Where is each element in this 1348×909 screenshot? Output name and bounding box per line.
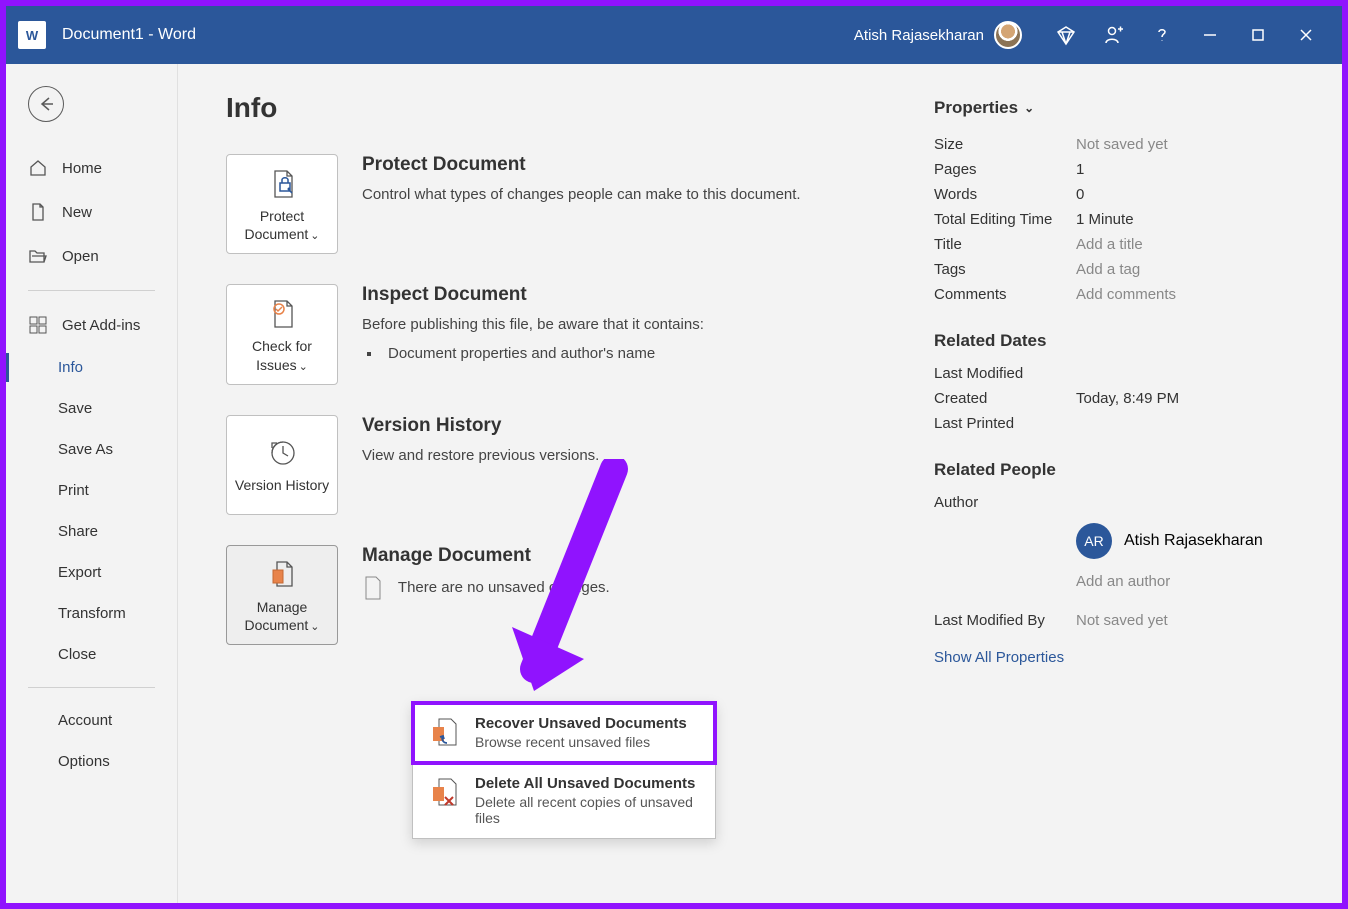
related-people-header: Related People: [934, 460, 1294, 480]
chevron-down-icon: ⌄: [1024, 101, 1034, 115]
manage-desc: There are no unsaved changes.: [362, 575, 610, 601]
author-name: Atish Rajasekharan: [1124, 532, 1263, 550]
user-avatar-icon: [994, 21, 1022, 49]
prop-tags-label: Tags: [934, 261, 1076, 278]
add-author[interactable]: Add an author: [1076, 573, 1170, 590]
prop-comments-value[interactable]: Add comments: [1076, 286, 1176, 303]
prop-size-value: Not saved yet: [1076, 136, 1168, 153]
prop-lastmodby-value: Not saved yet: [1076, 612, 1168, 629]
recover-unsaved-item[interactable]: Recover Unsaved Documents Browse recent …: [413, 703, 715, 763]
user-account[interactable]: Atish Rajasekharan: [854, 21, 1022, 49]
prop-pages-value: 1: [1076, 161, 1084, 178]
chevron-down-icon: ⌄: [299, 361, 308, 373]
manage-heading: Manage Document: [362, 545, 610, 567]
prop-lastmodby-label: Last Modified By: [934, 612, 1076, 629]
prop-title-label: Title: [934, 236, 1076, 253]
delete-title: Delete All Unsaved Documents: [475, 775, 701, 792]
share-person-icon[interactable]: [1090, 15, 1138, 55]
prop-modified-label: Last Modified: [934, 365, 1076, 382]
prop-printed-label: Last Printed: [934, 415, 1076, 432]
inspect-desc: Before publishing this file, be aware th…: [362, 314, 704, 337]
prop-author-label: Author: [934, 494, 1076, 511]
nav-print[interactable]: Print: [6, 470, 177, 511]
properties-header[interactable]: Properties ⌄: [934, 98, 1294, 118]
check-issues-button[interactable]: Check for Issues⌄: [226, 284, 338, 384]
page-title: Info: [226, 92, 874, 124]
nav-options[interactable]: Options: [6, 741, 177, 782]
manage-document-button[interactable]: Manage Document⌄: [226, 545, 338, 645]
protect-desc: Control what types of changes people can…: [362, 184, 801, 207]
inspect-heading: Inspect Document: [362, 284, 704, 306]
help-icon[interactable]: [1138, 15, 1186, 55]
close-button[interactable]: [1282, 15, 1330, 55]
titlebar: W Document1 - Word Atish Rajasekharan: [6, 6, 1342, 64]
nav-account[interactable]: Account: [6, 700, 177, 741]
nav-open[interactable]: Open: [6, 234, 177, 278]
manage-document-dropdown: Recover Unsaved Documents Browse recent …: [412, 702, 716, 839]
show-all-properties-link[interactable]: Show All Properties: [934, 649, 1064, 666]
nav-export[interactable]: Export: [6, 552, 177, 593]
nav-info[interactable]: Info: [6, 347, 177, 388]
nav-home[interactable]: Home: [6, 146, 177, 190]
document-title: Document1 - Word: [62, 26, 196, 44]
recover-title: Recover Unsaved Documents: [475, 715, 687, 732]
recover-sub: Browse recent unsaved files: [475, 734, 687, 750]
delete-unsaved-item[interactable]: Delete All Unsaved Documents Delete all …: [413, 763, 715, 838]
nav-saveas[interactable]: Save As: [6, 429, 177, 470]
protect-heading: Protect Document: [362, 154, 801, 176]
nav-new[interactable]: New: [6, 190, 177, 234]
prop-comments-label: Comments: [934, 286, 1076, 303]
prop-words-value: 0: [1076, 186, 1084, 203]
info-content: Info Protect Document⌄ Protect Document …: [178, 64, 1342, 903]
prop-created-value: Today, 8:49 PM: [1076, 390, 1179, 407]
nav-addins[interactable]: Get Add-ins: [6, 303, 177, 347]
minimize-button[interactable]: [1186, 15, 1234, 55]
prop-words-label: Words: [934, 186, 1076, 203]
back-button[interactable]: [28, 86, 64, 122]
history-heading: Version History: [362, 415, 599, 437]
prop-size-label: Size: [934, 136, 1076, 153]
prop-time-value: 1 Minute: [1076, 211, 1134, 228]
prop-created-label: Created: [934, 390, 1076, 407]
maximize-button[interactable]: [1234, 15, 1282, 55]
prop-tags-value[interactable]: Add a tag: [1076, 261, 1140, 278]
protect-document-button[interactable]: Protect Document⌄: [226, 154, 338, 254]
nav-close[interactable]: Close: [6, 634, 177, 675]
chevron-down-icon: ⌄: [310, 621, 319, 633]
version-history-button[interactable]: Version History: [226, 415, 338, 515]
word-logo-icon: W: [18, 21, 46, 49]
delete-sub: Delete all recent copies of unsaved file…: [475, 794, 701, 826]
nav-save[interactable]: Save: [6, 388, 177, 429]
inspect-item: Document properties and author's name: [382, 345, 704, 362]
related-dates-header: Related Dates: [934, 331, 1294, 351]
premium-icon[interactable]: [1042, 15, 1090, 55]
nav-share[interactable]: Share: [6, 511, 177, 552]
history-desc: View and restore previous versions.: [362, 445, 599, 468]
nav-transform[interactable]: Transform: [6, 593, 177, 634]
prop-time-label: Total Editing Time: [934, 211, 1076, 228]
chevron-down-icon: ⌄: [310, 230, 319, 242]
user-name: Atish Rajasekharan: [854, 27, 984, 44]
author-avatar-icon: AR: [1076, 523, 1112, 559]
backstage-sidebar: Home New Open Get Add-ins Info Save Save…: [6, 64, 178, 903]
prop-title-value[interactable]: Add a title: [1076, 236, 1143, 253]
prop-pages-label: Pages: [934, 161, 1076, 178]
